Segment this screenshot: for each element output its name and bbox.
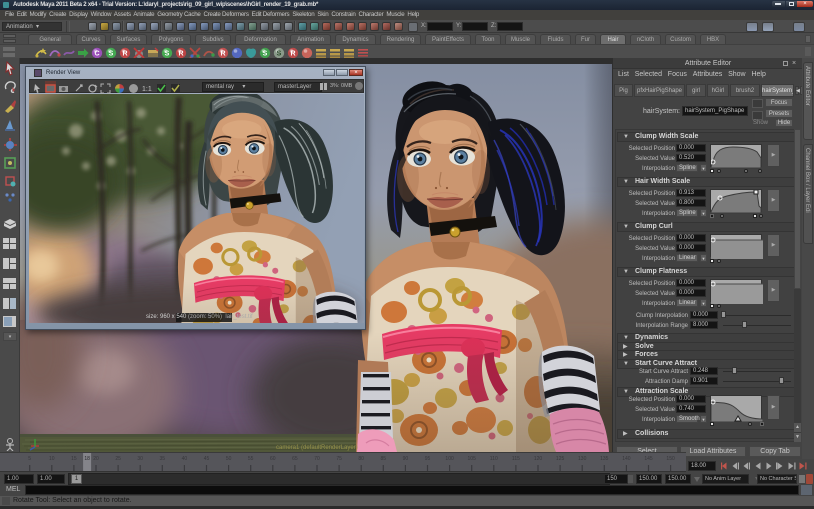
svg-text:120: 120: [534, 456, 543, 462]
svg-text:85: 85: [381, 456, 387, 462]
svg-text:10: 10: [49, 456, 55, 462]
svg-text:100: 100: [445, 456, 454, 462]
svg-text:R: R: [178, 51, 183, 58]
svg-text:R: R: [290, 51, 295, 58]
svg-text:camera1 (defaultRenderLayer): camera1 (defaultRenderLayer): [276, 445, 358, 451]
svg-text:150: 150: [666, 456, 675, 462]
svg-text:140: 140: [622, 456, 631, 462]
svg-text:40: 40: [182, 456, 188, 462]
svg-text:S: S: [165, 51, 170, 58]
svg-text:65: 65: [292, 456, 298, 462]
svg-text:S: S: [263, 51, 268, 58]
svg-text:110: 110: [490, 456, 498, 462]
svg-text:145: 145: [644, 456, 653, 462]
svg-text:75: 75: [336, 456, 342, 462]
svg-text:S: S: [109, 51, 114, 58]
svg-text:35: 35: [160, 456, 166, 462]
svg-text:C: C: [94, 51, 99, 58]
svg-text:55: 55: [248, 456, 254, 462]
svg-text:80: 80: [358, 456, 364, 462]
svg-text:5: 5: [28, 456, 31, 462]
svg-text:95: 95: [425, 456, 431, 462]
svg-text:70: 70: [314, 456, 320, 462]
svg-text:60: 60: [270, 456, 276, 462]
svg-text:15: 15: [71, 456, 77, 462]
svg-text:130: 130: [578, 456, 587, 462]
svg-text:135: 135: [600, 456, 609, 462]
svg-text:20: 20: [93, 456, 99, 462]
svg-text:18: 18: [84, 456, 90, 462]
svg-text:30: 30: [137, 456, 143, 462]
svg-text:R: R: [122, 51, 127, 58]
svg-text:S: S: [277, 51, 282, 58]
svg-text:45: 45: [204, 456, 210, 462]
svg-text:R: R: [220, 51, 225, 58]
svg-text:115: 115: [512, 456, 520, 462]
svg-text:125: 125: [556, 456, 565, 462]
svg-text:105: 105: [468, 456, 477, 462]
svg-text:50: 50: [226, 456, 232, 462]
svg-text:1:1: 1:1: [142, 86, 152, 93]
svg-text:90: 90: [403, 456, 409, 462]
svg-text:25: 25: [115, 456, 121, 462]
